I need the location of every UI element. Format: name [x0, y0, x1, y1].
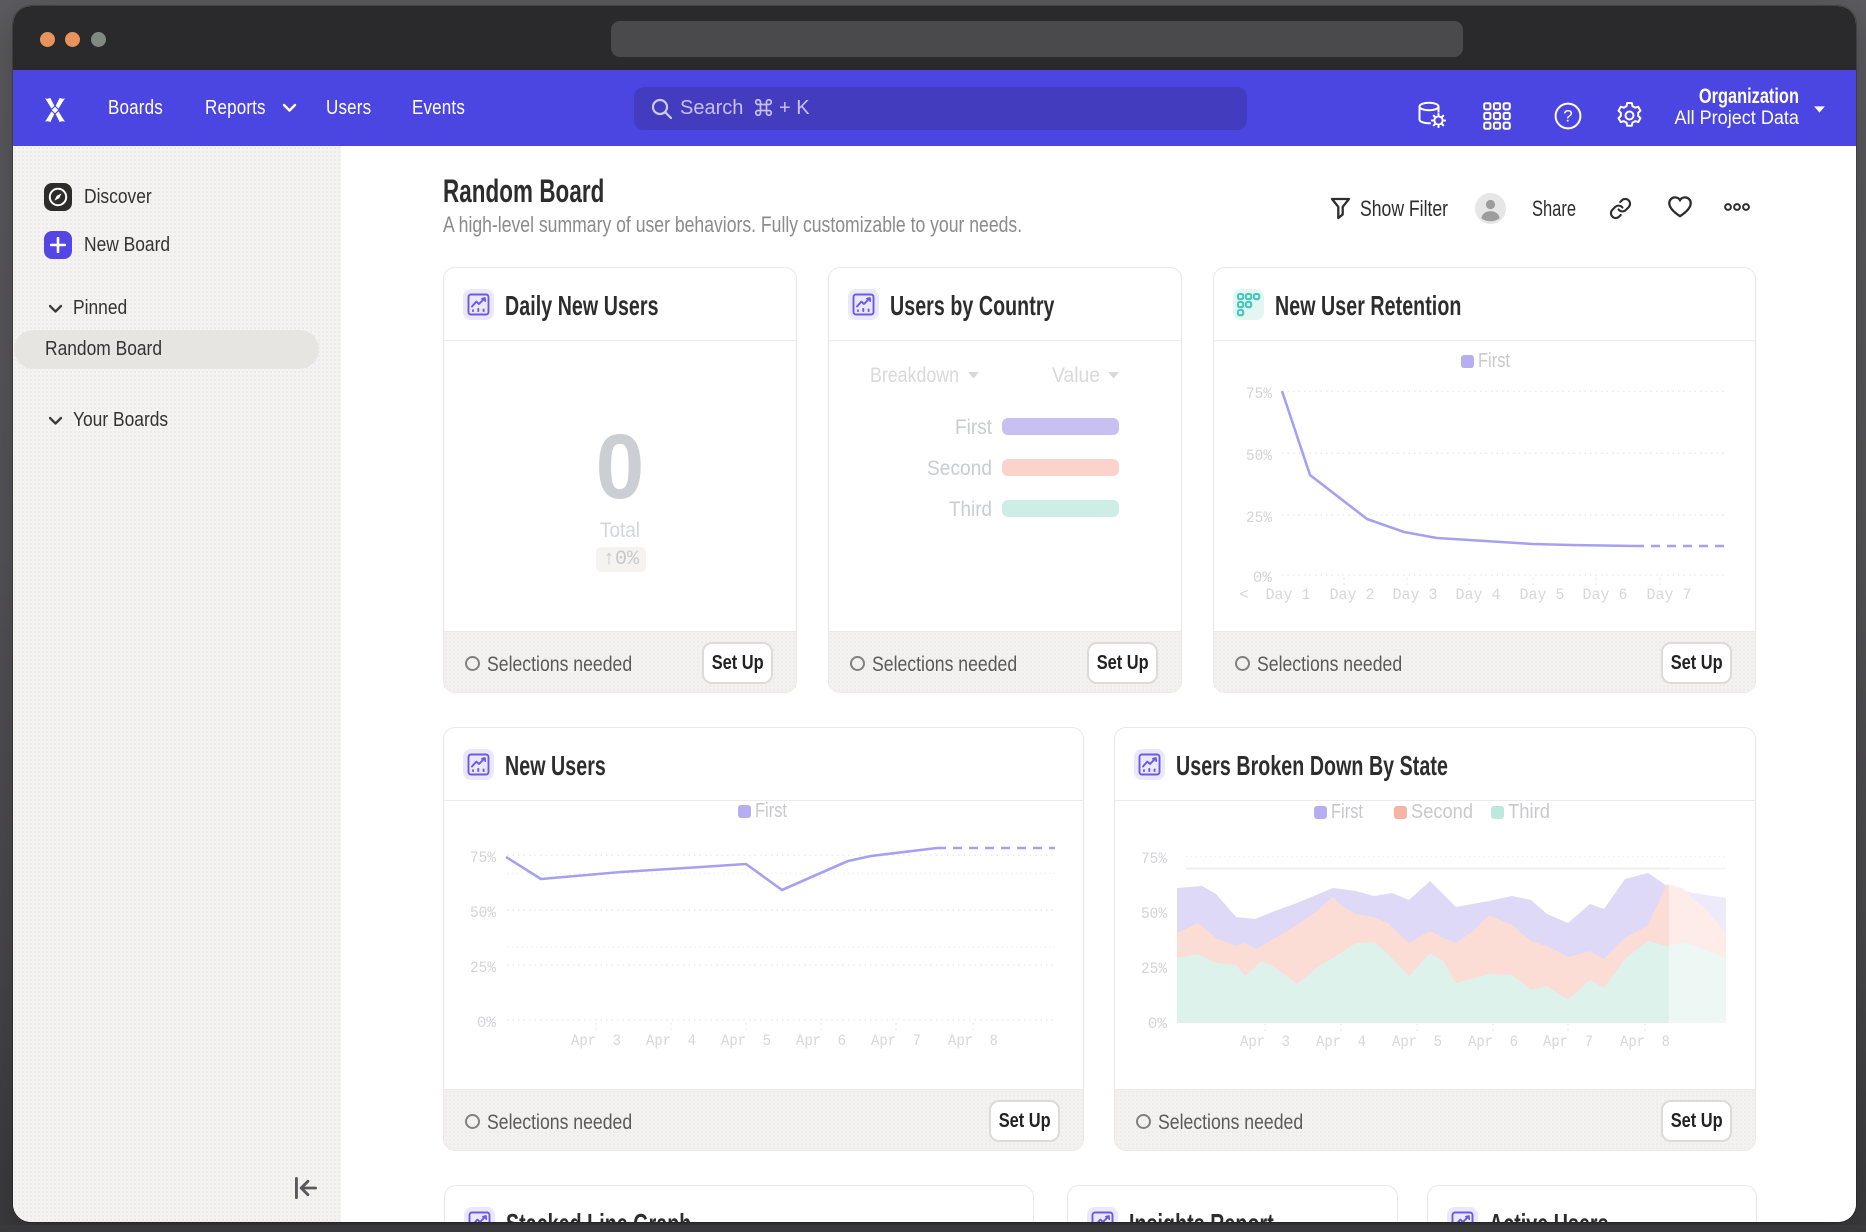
- svg-text:Value: Value: [1052, 364, 1100, 387]
- svg-text:First: First: [755, 800, 787, 822]
- svg-text:Apr 7: Apr 7: [871, 1032, 921, 1050]
- svg-text:Apr 3: Apr 3: [571, 1032, 621, 1050]
- svg-text:Third: Third: [949, 498, 992, 521]
- svg-text:Breakdown: Breakdown: [870, 364, 959, 387]
- svg-text:Day 2: Day 2: [1330, 586, 1375, 604]
- svg-text:Day 7: Day 7: [1647, 586, 1692, 604]
- svg-text:25%: 25%: [1246, 509, 1272, 527]
- svg-text:50%: 50%: [1246, 447, 1272, 465]
- svg-text:Day 6: Day 6: [1583, 586, 1628, 604]
- svg-text:Third: Third: [1508, 801, 1550, 823]
- svg-text:?: ?: [1563, 107, 1572, 126]
- svg-text:0%: 0%: [477, 1014, 497, 1032]
- svg-text:75%: 75%: [1141, 850, 1167, 868]
- svg-text:Second: Second: [927, 457, 992, 480]
- svg-text:25%: 25%: [470, 959, 496, 977]
- svg-text:25%: 25%: [1141, 960, 1167, 978]
- svg-text:0%: 0%: [1148, 1015, 1168, 1033]
- svg-text:<: <: [1239, 586, 1249, 604]
- svg-text:Apr 3: Apr 3: [1240, 1033, 1290, 1051]
- svg-text:75%: 75%: [1246, 385, 1272, 403]
- svg-text:First: First: [1331, 801, 1363, 823]
- svg-text:Second: Second: [1411, 801, 1473, 823]
- svg-text:Day 4: Day 4: [1456, 586, 1501, 604]
- svg-text:75%: 75%: [470, 849, 496, 867]
- svg-text:Day 1: Day 1: [1266, 586, 1311, 604]
- svg-text:Apr 6: Apr 6: [1468, 1033, 1518, 1051]
- svg-text:0%: 0%: [1253, 569, 1273, 587]
- svg-text:Apr 8: Apr 8: [1620, 1033, 1670, 1051]
- svg-text:Day 3: Day 3: [1393, 586, 1438, 604]
- svg-text:First: First: [1478, 350, 1510, 372]
- svg-text:Apr 4: Apr 4: [646, 1032, 696, 1050]
- svg-text:50%: 50%: [1141, 905, 1167, 923]
- svg-text:Apr 5: Apr 5: [1392, 1033, 1442, 1051]
- svg-text:Apr 7: Apr 7: [1543, 1033, 1593, 1051]
- svg-text:Apr 8: Apr 8: [948, 1032, 998, 1050]
- svg-text:Apr 5: Apr 5: [721, 1032, 771, 1050]
- svg-text:Apr 4: Apr 4: [1316, 1033, 1366, 1051]
- svg-text:First: First: [955, 416, 992, 439]
- svg-text:50%: 50%: [470, 904, 496, 922]
- svg-text:Day 5: Day 5: [1520, 586, 1565, 604]
- svg-text:Apr 6: Apr 6: [796, 1032, 846, 1050]
